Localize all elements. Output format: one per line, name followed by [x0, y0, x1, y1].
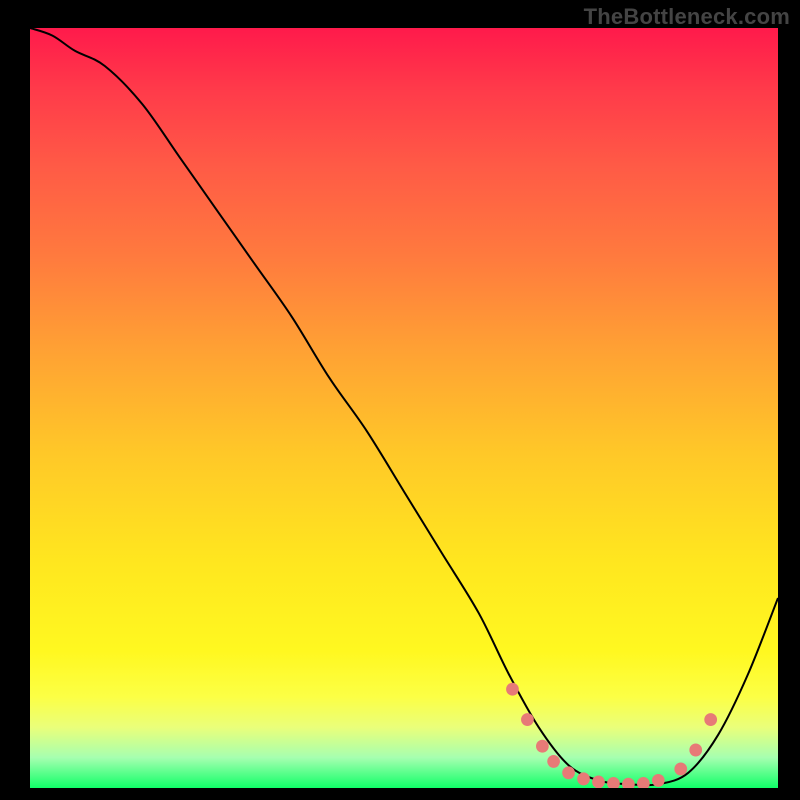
highlight-dot — [674, 763, 687, 776]
highlight-dot — [592, 775, 605, 788]
highlight-dots-group — [506, 683, 717, 788]
highlight-dot — [562, 766, 575, 779]
highlight-dot — [506, 683, 519, 696]
watermark-text: TheBottleneck.com — [584, 4, 790, 30]
highlight-dot — [652, 774, 665, 787]
highlight-dot — [577, 772, 590, 785]
highlight-dot — [637, 777, 650, 788]
highlight-dot — [607, 777, 620, 788]
highlight-dot — [547, 755, 560, 768]
highlight-dot — [622, 778, 635, 788]
curve-svg — [30, 28, 778, 788]
plot-area — [30, 28, 778, 788]
bottleneck-curve-path — [30, 28, 778, 785]
chart-frame: TheBottleneck.com — [0, 0, 800, 800]
highlight-dot — [704, 713, 717, 726]
highlight-dot — [689, 744, 702, 757]
highlight-dot — [536, 740, 549, 753]
highlight-dot — [521, 713, 534, 726]
